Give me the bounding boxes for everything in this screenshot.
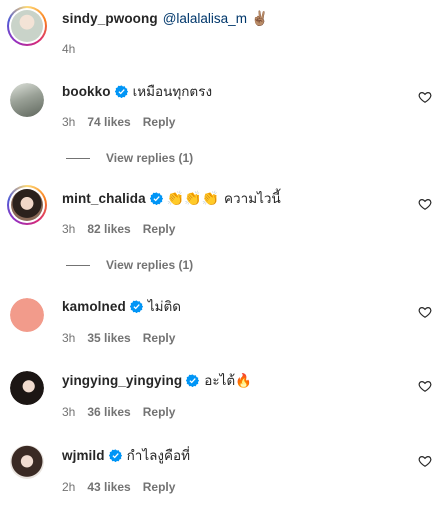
username[interactable]: kamolned: [62, 299, 126, 314]
verified-badge-icon: [114, 84, 128, 98]
verified-badge-icon: [186, 373, 200, 387]
reply-button[interactable]: Reply: [143, 405, 176, 419]
avatar[interactable]: [7, 185, 47, 225]
comment-text: อะไต้🔥: [204, 373, 252, 388]
mention-link[interactable]: @lalalalisa_m: [163, 11, 247, 26]
comment-emoji: 👏👏👏: [166, 189, 220, 206]
view-replies-button[interactable]: View replies (1): [66, 258, 193, 272]
comment-item: kamolned ไม่ติด 3h 35 likes Reply: [0, 294, 441, 350]
reply-button[interactable]: Reply: [143, 222, 176, 236]
avatar[interactable]: [10, 298, 44, 332]
comment-item: yingying_yingying อะไต้🔥 3h 36 likes Rep…: [0, 368, 441, 424]
comment-time: 4h: [62, 42, 76, 56]
comment-text: ไม่ติด: [147, 299, 182, 314]
comment-time: 3h: [62, 405, 76, 419]
reply-button[interactable]: Reply: [143, 331, 176, 345]
comment-item: sindy_pwoong @lalalalisa_m ✌🏽 4h: [0, 0, 441, 60]
username[interactable]: mint_chalida: [62, 191, 146, 206]
view-replies-button[interactable]: View replies (1): [66, 151, 193, 165]
heart-icon[interactable]: [418, 454, 432, 468]
replies-divider: [66, 157, 90, 159]
likes-count[interactable]: 35 likes: [87, 331, 130, 345]
replies-divider: [66, 264, 90, 266]
comment-text: เหมือนทุกตรง: [132, 84, 213, 99]
username[interactable]: yingying_yingying: [62, 373, 182, 388]
comment-text: กำไลงูคือที่: [126, 448, 191, 463]
comment-item: bookko เหมือนทุกตรง 3h 74 likes Reply Vi…: [0, 78, 441, 170]
likes-count[interactable]: 36 likes: [87, 405, 130, 419]
avatar[interactable]: [10, 83, 44, 117]
reply-button[interactable]: Reply: [143, 115, 176, 129]
comment-time: 3h: [62, 222, 76, 236]
heart-icon[interactable]: [418, 197, 432, 211]
comment-time: 3h: [62, 331, 76, 345]
view-replies-label: View replies (1): [106, 151, 194, 165]
comment-item: mint_chalida 👏👏👏 ความไวนี้ 3h 82 likes R…: [0, 184, 441, 276]
comment-time: 3h: [62, 115, 76, 129]
verified-badge-icon: [129, 299, 143, 313]
comment-time: 2h: [62, 480, 76, 494]
heart-icon[interactable]: [418, 379, 432, 393]
username[interactable]: bookko: [62, 84, 111, 99]
likes-count[interactable]: 74 likes: [87, 115, 130, 129]
username[interactable]: sindy_pwoong: [62, 11, 158, 26]
verified-badge-icon: [149, 191, 163, 205]
heart-icon[interactable]: [418, 305, 432, 319]
likes-count[interactable]: 82 likes: [87, 222, 130, 236]
avatar[interactable]: [7, 6, 47, 46]
reply-button[interactable]: Reply: [143, 480, 176, 494]
avatar[interactable]: [10, 371, 44, 405]
comment-text: ความไวนี้: [224, 191, 281, 206]
comment-item: wjmild กำไลงูคือที่ 2h 43 likes Reply: [0, 443, 441, 503]
heart-icon[interactable]: [418, 90, 432, 104]
verified-badge-icon: [108, 448, 122, 462]
view-replies-label: View replies (1): [106, 258, 194, 272]
avatar[interactable]: [10, 445, 44, 479]
comment-emoji: ✌🏽: [250, 9, 269, 26]
username[interactable]: wjmild: [62, 448, 105, 463]
likes-count[interactable]: 43 likes: [87, 480, 130, 494]
